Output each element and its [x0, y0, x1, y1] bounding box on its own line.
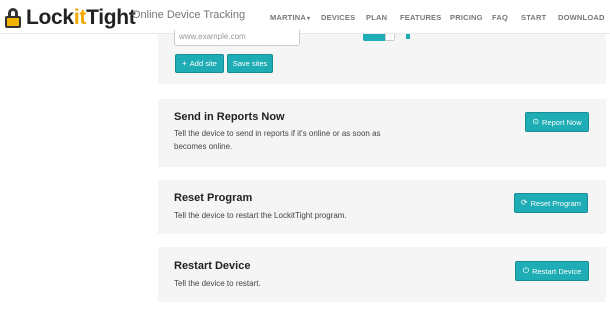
nav-plan[interactable]: PLAN — [366, 13, 387, 22]
send-reports-desc-line2: becomes online. — [174, 142, 233, 151]
nav-user-menu[interactable]: MARTINA▾ — [270, 13, 310, 22]
reset-program-title: Reset Program — [174, 192, 253, 204]
refresh-icon: ⟳ — [520, 198, 528, 207]
nav-pricing[interactable]: PRICING — [450, 13, 483, 22]
send-reports-title: Send in Reports Now — [174, 111, 285, 123]
send-reports-panel: Send in Reports Now Tell the device to s… — [158, 99, 606, 167]
sites-panel: www.example.com — [158, 30, 606, 84]
nav-start[interactable]: START — [521, 13, 546, 22]
restart-device-button[interactable]: ⏻ Restart Device — [515, 261, 589, 281]
save-sites-button[interactable]: Save sites — [227, 54, 273, 73]
arrow-circle-icon: ⊙ — [532, 117, 540, 126]
reset-program-button[interactable]: ⟳ Reset Program — [514, 193, 588, 213]
top-navbar: LockitTight Online Device Tracking MARTI… — [0, 0, 610, 34]
nav-features[interactable]: FEATURES — [400, 13, 441, 22]
site-url-input[interactable]: www.example.com — [174, 30, 300, 46]
plus-icon: + — [182, 58, 187, 68]
nav-faq[interactable]: FAQ — [492, 13, 508, 22]
add-site-button[interactable]: + Add site — [175, 54, 224, 73]
nav-download[interactable]: DOWNLOAD — [558, 13, 605, 22]
site-toggle[interactable] — [363, 34, 395, 41]
main-nav: MARTINA▾ DEVICES PLAN FEATURES PRICING F… — [0, 13, 610, 25]
nav-devices[interactable]: DEVICES — [321, 13, 355, 22]
send-reports-desc-line1: Tell the device to send in reports if it… — [174, 129, 381, 138]
report-now-button[interactable]: ⊙ Report Now — [525, 112, 589, 132]
restart-device-title: Restart Device — [174, 260, 251, 272]
checkbox-icon[interactable] — [406, 34, 410, 39]
caret-down-icon: ▾ — [306, 16, 311, 22]
restart-device-desc: Tell the device to restart. — [174, 279, 261, 288]
reset-program-desc: Tell the device to restart the LockitTig… — [174, 211, 347, 220]
power-icon: ⏻ — [522, 266, 530, 275]
